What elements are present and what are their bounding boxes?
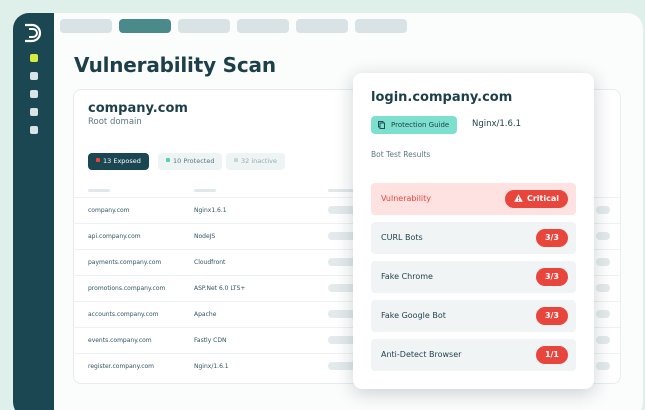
row-domain: events.company.com: [88, 337, 152, 344]
row-server: Nginx/1.6.1: [194, 363, 229, 370]
row-placeholder: [596, 232, 610, 240]
row-server: Apache: [194, 311, 217, 318]
page-title: Vulnerability Scan: [74, 53, 276, 77]
filter-protected[interactable]: 10 Protected: [158, 153, 223, 170]
sidebar-item-4[interactable]: [30, 108, 38, 116]
test-vulnerability[interactable]: Vulnerability Critical: [371, 183, 576, 215]
tab-2[interactable]: [119, 19, 171, 33]
popup-server: Nginx/1.6.1: [472, 119, 522, 129]
sidebar: [13, 13, 54, 410]
filter-inactive[interactable]: 32 inactive: [226, 153, 286, 170]
filter-protected-label: 10 Protected: [173, 157, 215, 165]
sidebar-item-2[interactable]: [30, 72, 38, 80]
row-server: Fastly CDN: [194, 337, 227, 344]
row-domain: api.company.com: [88, 233, 141, 240]
row-domain: company.com: [88, 207, 130, 214]
filter-exposed-label: 13 Exposed: [103, 157, 141, 165]
exposed-dot-icon: [96, 158, 100, 162]
protection-guide-button[interactable]: Protection Guide: [371, 116, 458, 134]
test-fake-google-bot[interactable]: Fake Google Bot 3/3: [371, 300, 576, 332]
test-label: Anti-Detect Browser: [381, 350, 462, 359]
sidebar-item-5[interactable]: [30, 126, 38, 134]
row-placeholder: [596, 310, 610, 318]
test-label: Fake Chrome: [381, 272, 433, 281]
protection-guide-label: Protection Guide: [391, 121, 450, 129]
row-placeholder: [596, 284, 610, 292]
root-domain-name: company.com: [88, 101, 188, 116]
tab-1[interactable]: [60, 19, 112, 33]
test-fake-chrome[interactable]: Fake Chrome 3/3: [371, 261, 576, 293]
row-placeholder: [596, 206, 610, 214]
tab-5[interactable]: [296, 19, 348, 33]
sidebar-item-1[interactable]: [30, 54, 38, 62]
score-badge: 1/1: [535, 346, 568, 364]
tab-3[interactable]: [178, 19, 230, 33]
row-domain: payments.company.com: [88, 259, 162, 266]
warning-icon: [514, 194, 523, 202]
row-domain: promotions.company.com: [88, 285, 166, 292]
score-badge: 3/3: [535, 307, 568, 325]
row-placeholder: [596, 336, 610, 344]
filter-inactive-label: 32 inactive: [241, 157, 278, 165]
row-placeholder: [596, 362, 610, 370]
row-server: Cloudfront: [194, 259, 226, 266]
test-label: Fake Google Bot: [381, 311, 446, 320]
row-server: NodeJS: [194, 233, 216, 240]
score-badge: 3/3: [535, 229, 568, 247]
header-placeholder: [194, 189, 216, 192]
copy-icon: [378, 121, 385, 129]
tab-4[interactable]: [237, 19, 289, 33]
row-domain: accounts.company.com: [88, 311, 159, 318]
row-placeholder: [596, 258, 610, 266]
tab-6[interactable]: [355, 19, 407, 33]
critical-badge-label: Critical: [526, 194, 559, 203]
popup-title: login.company.com: [371, 90, 513, 105]
filter-exposed[interactable]: 13 Exposed: [88, 153, 149, 170]
test-label: CURL Bots: [381, 233, 423, 242]
bot-test-results-heading: Bot Test Results: [371, 150, 431, 159]
score-badge: 3/3: [535, 268, 568, 286]
test-curl-bots[interactable]: CURL Bots 3/3: [371, 222, 576, 254]
domain-detail-popup: login.company.com Protection Guide Nginx…: [353, 73, 594, 389]
inactive-dot-icon: [234, 158, 238, 162]
sidebar-item-3[interactable]: [30, 90, 38, 98]
row-server: ASP.Net 6.0 LTS+: [194, 285, 246, 292]
test-label: Vulnerability: [381, 194, 432, 203]
logo-d-icon[interactable]: [23, 22, 45, 44]
test-anti-detect-browser[interactable]: Anti-Detect Browser 1/1: [371, 339, 576, 371]
header-placeholder: [88, 189, 110, 192]
root-domain-subtitle: Root domain: [88, 117, 142, 127]
protected-dot-icon: [166, 158, 170, 162]
critical-badge: Critical: [504, 190, 568, 208]
row-server: Nginx1.6.1: [194, 207, 227, 214]
row-domain: register.company.com: [88, 363, 155, 370]
